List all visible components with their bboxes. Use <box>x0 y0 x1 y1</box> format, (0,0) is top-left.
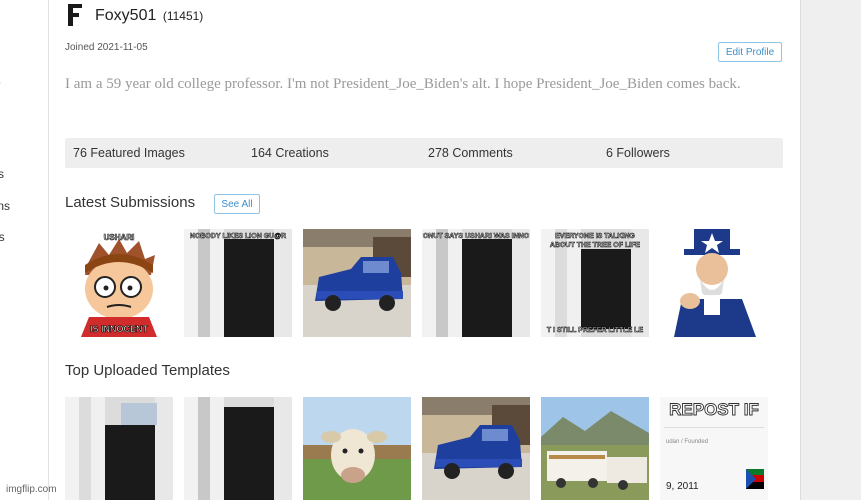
thumb-caption-bottom: 9, 2011 <box>666 481 699 492</box>
latest-thumb-4[interactable]: ONUT SAYS USHARI WAS INNO <box>422 229 530 337</box>
thumb-caption-top-2: ABOUT THE TREE OF LIFE <box>550 242 641 249</box>
stat-creations[interactable]: 164 Creations <box>251 146 329 160</box>
user-points: (11451) <box>162 9 204 23</box>
template-thumb-4[interactable] <box>422 397 530 500</box>
dog-behind-fence-image <box>184 397 292 500</box>
blue-truck-image <box>303 229 411 337</box>
sidebar-item-2[interactable]: nts <box>0 167 4 181</box>
username[interactable]: Foxy501 <box>95 7 156 24</box>
cartoon-character-image: USHARI IS INNOCENT <box>65 229 173 337</box>
thumb-caption-top: USHARI <box>104 233 135 242</box>
joined-date: Joined 2021-11-05 <box>65 42 148 53</box>
profile-username-line: Foxy501 (11451) <box>95 7 203 25</box>
template-thumb-3[interactable] <box>303 397 411 500</box>
latest-thumb-2[interactable]: NOBODY LIKES LION GU@R <box>184 229 292 337</box>
latest-thumb-3[interactable] <box>303 229 411 337</box>
see-all-button[interactable]: See All <box>214 194 260 214</box>
latest-thumb-1[interactable]: USHARI IS INNOCENT <box>65 229 173 337</box>
dog-behind-fence-image: NOBODY LIKES LION GU@R <box>184 229 292 337</box>
dog-behind-fence-image: ONUT SAYS USHARI WAS INNO <box>422 229 530 337</box>
template-thumb-2[interactable] <box>184 397 292 500</box>
latest-submissions-title: Latest Submissions <box>65 194 196 211</box>
content-border <box>800 0 801 500</box>
top-templates-title: Top Uploaded Templates <box>65 362 230 379</box>
left-sidebar: es nts ions ers <box>0 0 48 500</box>
repost-if-image: REPOST IF udan / Founded 9, 2011 <box>660 397 768 500</box>
uncle-sam-image <box>660 229 768 337</box>
blue-truck-image <box>422 397 530 500</box>
sidebar-item-3[interactable]: ions <box>0 199 10 213</box>
thumb-caption-mid: udan / Founded <box>666 439 708 445</box>
thumb-caption-top: NOBODY LIKES LION GU@R <box>190 233 286 240</box>
dog-behind-fence-image <box>65 397 173 500</box>
latest-thumb-5[interactable]: EVERYONE IS TALKING ABOUT THE TREE OF LI… <box>541 229 649 337</box>
template-thumb-5[interactable] <box>541 397 649 500</box>
rv-landscape-image <box>541 397 649 500</box>
template-thumb-1[interactable] <box>65 397 173 500</box>
template-thumb-6[interactable]: REPOST IF udan / Founded 9, 2011 <box>660 397 768 500</box>
profile-main: Foxy501 (11451) Joined 2021-11-05 Edit P… <box>49 0 800 500</box>
thumb-caption-top: EVERYONE IS TALKING <box>555 233 635 240</box>
watermark: imgflip.com <box>6 484 57 495</box>
edit-profile-button[interactable]: Edit Profile <box>718 42 782 62</box>
thumb-caption-top: ONUT SAYS USHARI WAS INNO <box>423 233 530 240</box>
stat-comments[interactable]: 278 Comments <box>428 146 513 160</box>
thumb-caption-top: REPOST IF <box>669 400 759 419</box>
user-logo-icon <box>66 4 84 26</box>
profile-bio: I am a 59 year old college professor. I'… <box>65 76 741 92</box>
sidebar-item-1[interactable]: es <box>0 74 1 88</box>
latest-thumb-6[interactable] <box>660 229 768 337</box>
thumb-caption-bottom: IS INNOCENT <box>90 324 149 334</box>
sidebar-item-4[interactable]: ers <box>0 230 5 244</box>
dog-behind-fence-image: EVERYONE IS TALKING ABOUT THE TREE OF LI… <box>541 229 649 337</box>
stat-followers[interactable]: 6 Followers <box>606 146 670 160</box>
stat-featured-images[interactable]: 76 Featured Images <box>73 146 185 160</box>
thumb-caption-bottom: T I STILL PREFER LITTLE LE <box>547 327 644 334</box>
cow-image <box>303 397 411 500</box>
stats-bar: 76 Featured Images 164 Creations 278 Com… <box>65 138 783 168</box>
